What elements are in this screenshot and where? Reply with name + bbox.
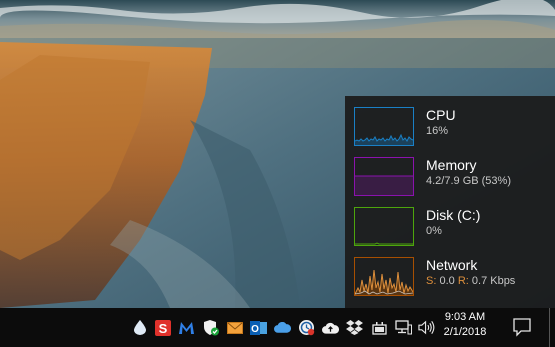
clock-date: 2/1/2018	[443, 326, 487, 338]
disk-value: 0%	[426, 225, 442, 237]
svg-text:O: O	[251, 324, 259, 335]
network-send-value: 0.0	[439, 275, 455, 287]
network-value: S: 0.0 R: 0.7 Kbps	[426, 275, 515, 288]
svg-text:S: S	[158, 321, 167, 336]
volume-icon[interactable]	[418, 319, 435, 336]
malwarebytes-icon[interactable]	[178, 319, 195, 336]
action-center-icon[interactable]	[512, 317, 532, 337]
network-recv-prefix: R:	[457, 275, 469, 287]
mail-envelope-icon[interactable]	[226, 319, 243, 336]
s-app-icon[interactable]: S	[154, 319, 171, 336]
perf-item-memory[interactable]: Memory 4.2/7.9 GB (53%)	[345, 147, 555, 196]
network-label: Network	[426, 257, 478, 273]
water-drop-icon[interactable]	[131, 319, 148, 336]
cpu-label: CPU	[426, 107, 456, 123]
outlook-icon[interactable]: O	[250, 319, 267, 336]
cpu-graph	[354, 107, 414, 146]
clock-time: 9:03 AM	[444, 311, 486, 323]
show-desktop-button[interactable]	[549, 308, 555, 347]
cpu-value: 16%	[426, 125, 449, 137]
onedrive-icon[interactable]	[274, 319, 291, 336]
performance-flyout: CPU 16% Memory 4.2/7.9 GB (53%) Disk (C:…	[345, 96, 555, 308]
taskbar: S O 9:03 AM 2/1/2018	[0, 308, 555, 347]
disk-label: Disk (C:)	[426, 207, 481, 223]
sync-clock-icon[interactable]	[298, 319, 315, 336]
security-shield-icon[interactable]	[202, 319, 219, 336]
system-clock[interactable]: 9:03 AM 2/1/2018	[436, 310, 494, 340]
memory-graph	[354, 157, 414, 196]
network-icon[interactable]	[395, 319, 412, 336]
upload-cloud-icon[interactable]	[322, 319, 339, 336]
memory-value: 4.2/7.9 GB (53%)	[426, 175, 511, 187]
disk-graph	[354, 207, 414, 246]
dropbox-icon[interactable]	[346, 319, 363, 336]
perf-item-cpu[interactable]: CPU 16%	[345, 97, 555, 146]
memory-label: Memory	[426, 157, 477, 173]
network-recv-value: 0.7 Kbps	[471, 275, 516, 287]
perf-item-disk[interactable]: Disk (C:) 0%	[345, 197, 555, 246]
network-send-prefix: S:	[426, 275, 437, 287]
perf-item-network[interactable]: Network S: 0.0 R: 0.7 Kbps	[345, 247, 555, 296]
network-graph	[354, 257, 414, 296]
power-plug-icon[interactable]	[371, 319, 388, 336]
